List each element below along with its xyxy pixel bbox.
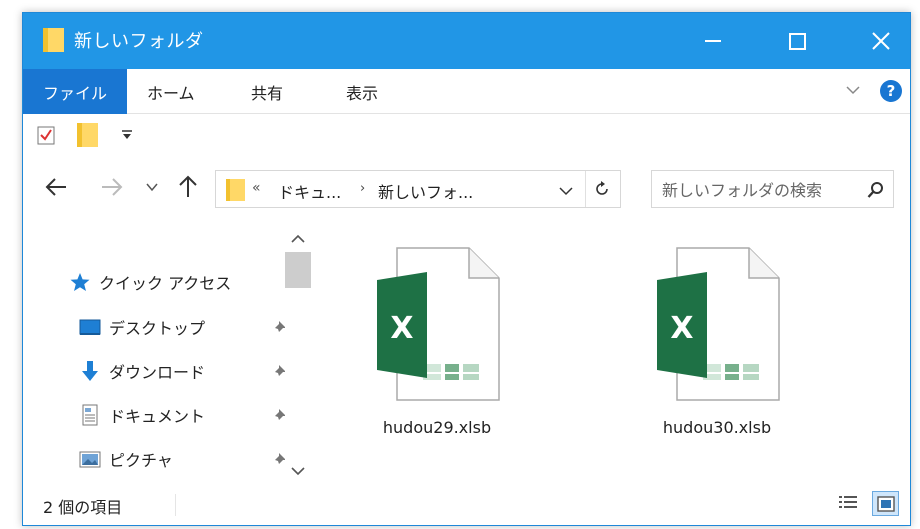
svg-text:X: X <box>670 311 693 346</box>
tab-home[interactable]: ホーム <box>147 69 195 114</box>
window-title: 新しいフォルダ <box>74 31 204 52</box>
details-view-icon[interactable] <box>837 492 859 514</box>
excel-file-icon: X <box>377 247 500 401</box>
scroll-up-chevron-icon[interactable] <box>291 234 305 244</box>
new-folder-icon[interactable] <box>77 123 98 147</box>
address-overflow[interactable]: « <box>252 180 261 196</box>
explorer-window: 新しいフォルダ ファイル ホーム 共有 表示 ? « ドキュ... › 新しいフ… <box>22 12 911 526</box>
nav-item-label: ダウンロード <box>109 363 206 382</box>
scroll-down-chevron-icon[interactable] <box>291 466 305 476</box>
quick-access-toolbar <box>23 114 910 156</box>
file-name: hudou30.xlsb <box>662 418 772 437</box>
expand-ribbon-chevron-icon[interactable] <box>845 82 861 98</box>
item-count: 2 個の項目 <box>43 498 123 517</box>
address-divider <box>585 171 586 207</box>
status-divider <box>175 494 176 516</box>
nav-item-pictures[interactable]: ピクチャ <box>79 442 301 476</box>
document-icon <box>82 404 98 426</box>
tab-file[interactable]: ファイル <box>23 69 127 114</box>
nav-item-documents[interactable]: ドキュメント <box>79 398 301 432</box>
recent-locations-chevron-icon[interactable] <box>146 182 158 192</box>
nav-item-quick-access[interactable]: クイック アクセス <box>69 265 291 299</box>
breadcrumb-new-folder[interactable]: 新しいフォ... <box>378 179 473 203</box>
desktop-icon <box>79 319 101 335</box>
close-icon <box>872 32 890 50</box>
maximize-icon <box>788 32 806 50</box>
folder-icon <box>43 28 64 52</box>
scrollbar-thumb[interactable] <box>285 252 311 288</box>
status-bar: 2 個の項目 <box>23 482 910 525</box>
file-item-hudou29[interactable]: X hudou29.xlsb <box>347 240 527 450</box>
star-icon <box>70 273 90 291</box>
search-icon[interactable] <box>867 181 885 199</box>
nav-item-desktop[interactable]: デスクトップ <box>79 310 301 344</box>
tab-view[interactable]: 表示 <box>346 69 378 114</box>
nav-item-label: デスクトップ <box>109 319 206 338</box>
forward-arrow-icon[interactable] <box>101 178 123 196</box>
address-history-chevron-icon[interactable] <box>559 186 573 196</box>
navigation-bar: « ドキュ... › 新しいフォ... <box>23 156 910 216</box>
large-icons-view-button[interactable] <box>872 491 899 516</box>
large-icons-view-icon <box>876 495 895 512</box>
customize-toolbar-dropdown-icon[interactable] <box>121 130 133 140</box>
screen-background: 新しいフォルダ ファイル ホーム 共有 表示 ? « ドキュ... › 新しいフ… <box>0 0 920 529</box>
ribbon-tabs: ファイル ホーム 共有 表示 ? <box>23 69 910 114</box>
minimize-icon <box>705 40 721 42</box>
download-arrow-icon <box>82 361 98 381</box>
svg-text:X: X <box>390 311 413 346</box>
breadcrumb-documents[interactable]: ドキュ... <box>278 179 341 203</box>
nav-item-label: ドキュメント <box>109 407 206 426</box>
navigation-pane-scrollbar[interactable] <box>285 218 311 480</box>
nav-item-label: ピクチャ <box>109 451 173 470</box>
nav-item-label: クイック アクセス <box>99 274 232 293</box>
navigation-pane: クイック アクセス デスクトップ ダウンロード ドキュメント ピクチャ <box>23 216 313 482</box>
up-arrow-icon[interactable] <box>178 174 198 198</box>
picture-icon <box>79 451 101 468</box>
folder-icon <box>226 179 245 201</box>
close-button[interactable] <box>839 13 910 69</box>
address-bar[interactable]: « ドキュ... › 新しいフォ... <box>215 170 621 208</box>
back-arrow-icon[interactable] <box>45 178 67 196</box>
file-list: X hudou29.xlsb X hudou30.xlsb <box>313 216 910 482</box>
refresh-icon[interactable] <box>593 180 611 198</box>
search-input[interactable] <box>662 177 857 203</box>
excel-file-icon: X <box>657 247 780 401</box>
properties-checkmark-icon[interactable] <box>37 125 55 145</box>
title-bar[interactable]: 新しいフォルダ <box>23 13 910 69</box>
breadcrumb-separator-icon[interactable]: › <box>360 181 365 196</box>
help-icon[interactable]: ? <box>880 80 902 102</box>
tab-share[interactable]: 共有 <box>251 69 283 114</box>
minimize-button[interactable] <box>671 13 755 69</box>
search-box[interactable] <box>651 170 894 208</box>
file-name: hudou29.xlsb <box>382 418 492 437</box>
maximize-button[interactable] <box>755 13 839 69</box>
file-item-hudou30[interactable]: X hudou30.xlsb <box>627 240 807 450</box>
nav-item-downloads[interactable]: ダウンロード <box>79 354 301 388</box>
